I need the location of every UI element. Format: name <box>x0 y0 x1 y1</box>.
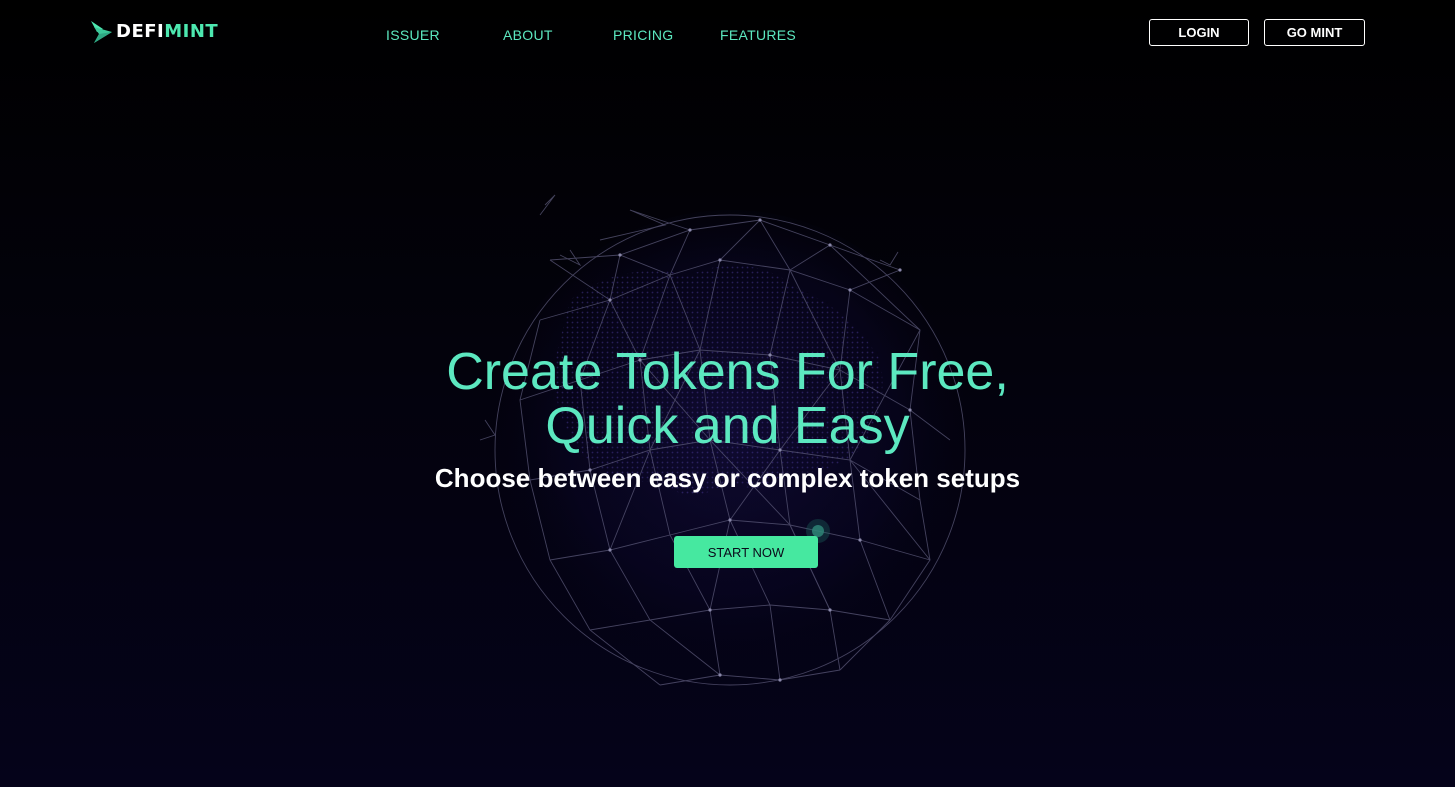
nav-link-features[interactable]: FEATURES <box>720 27 796 43</box>
logo-arrow-icon <box>91 21 112 43</box>
nav-link-about[interactable]: ABOUT <box>503 27 553 43</box>
hero-subtitle: Choose between easy or complex token set… <box>434 463 1021 493</box>
brand-logo[interactable]: DEFIMINT <box>90 19 218 45</box>
hero-title-line-1: Create Tokens For Free, <box>446 343 1009 401</box>
login-button[interactable]: LOGIN <box>1149 19 1249 46</box>
brand-name-mint: MINT <box>164 21 219 42</box>
nav-link-pricing[interactable]: PRICING <box>613 27 673 43</box>
hero-title-line-2: Quick and Easy <box>545 397 910 455</box>
nav-link-issuer[interactable]: ISSUER <box>386 27 440 43</box>
site-header: DEFIMINT ISSUER ABOUT PRICING FEATURES L… <box>0 0 1455 70</box>
start-now-button[interactable]: START NOW <box>674 536 818 568</box>
go-mint-button[interactable]: GO MINT <box>1264 19 1365 46</box>
brand-name-defi: DEFI <box>116 21 165 42</box>
hero-title: Create Tokens For Free, Quick and Easy <box>0 345 1455 453</box>
brand-name: DEFIMINT <box>116 19 218 45</box>
